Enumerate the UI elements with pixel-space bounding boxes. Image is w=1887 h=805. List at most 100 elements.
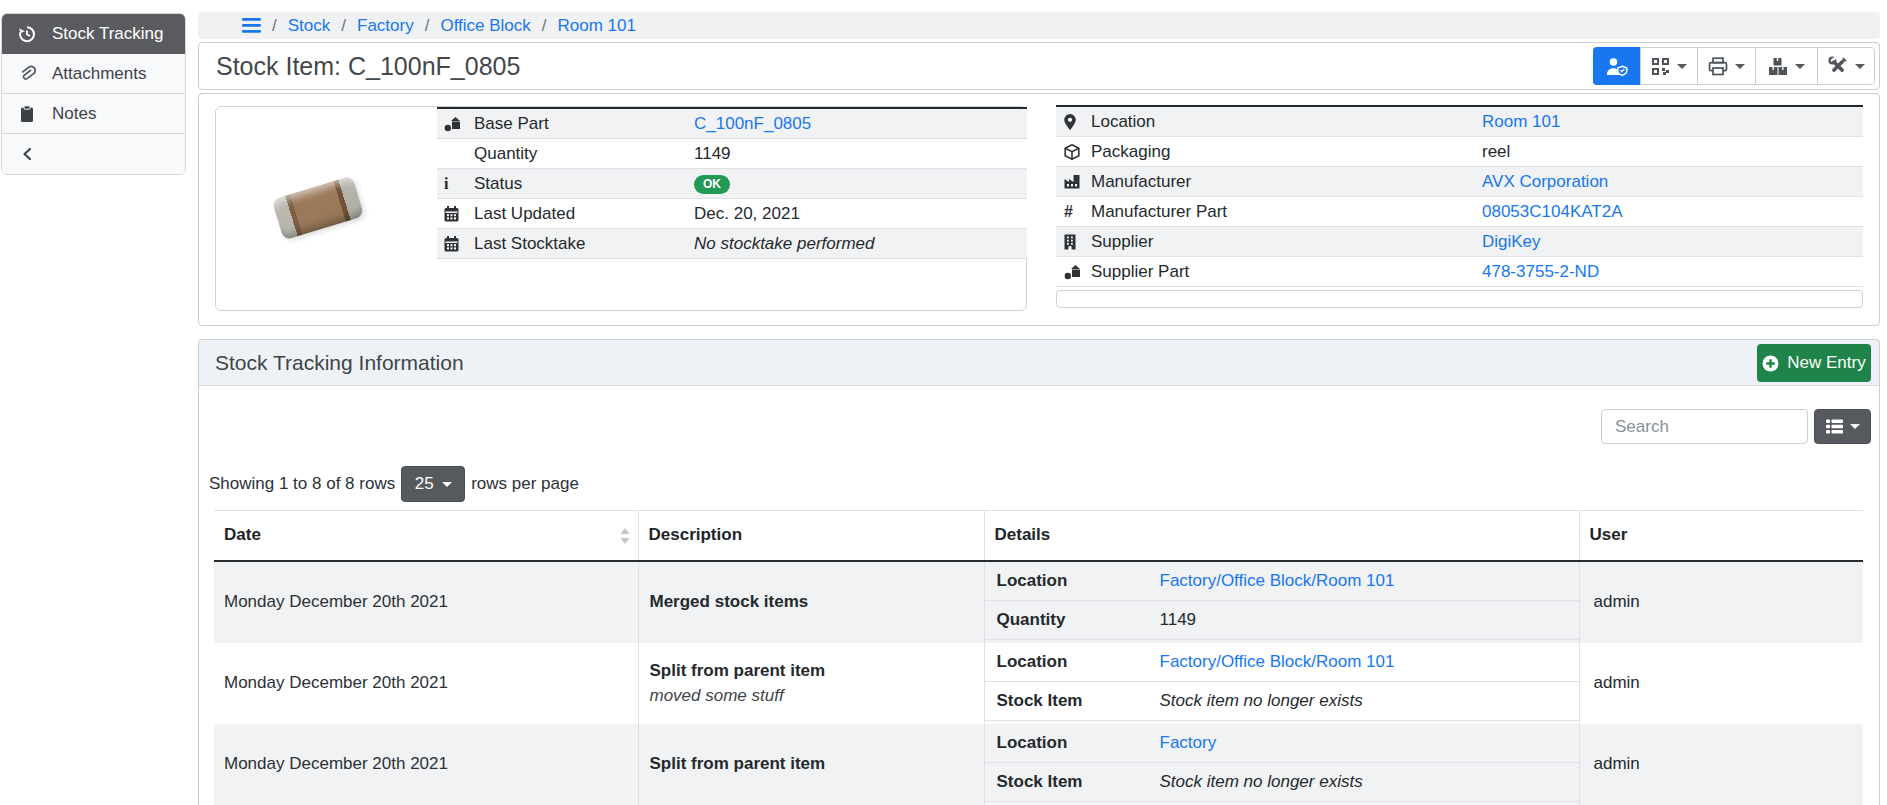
- table-row: Monday December 20th 2021 Split from par…: [214, 643, 1863, 724]
- detail-location-link[interactable]: Factory/Office Block/Room 101: [1160, 652, 1395, 671]
- breadcrumb-link-office-block[interactable]: Office Block: [440, 16, 530, 36]
- breadcrumb-link-factory[interactable]: Factory: [357, 16, 414, 36]
- sidebar-collapse-button[interactable]: [2, 134, 185, 174]
- sort-icon: [620, 528, 630, 544]
- menu-icon[interactable]: [242, 18, 261, 33]
- info-row-supplier-part: Supplier Part 478-3755-2-ND: [1056, 257, 1863, 287]
- stock-tracking-table: Date Description Details User Monday Dec…: [214, 510, 1863, 805]
- shapes-icon: [1056, 264, 1091, 280]
- paperclip-icon: [17, 65, 37, 83]
- caret-down-icon: [1735, 64, 1745, 69]
- sidebar-item-stock-tracking[interactable]: Stock Tracking: [2, 14, 185, 54]
- user-shield-icon: [1605, 57, 1628, 76]
- table-list-icon: [1826, 419, 1843, 434]
- calendar-icon: [437, 206, 467, 222]
- info-row-last-updated: Last Updated Dec. 20, 2021: [437, 199, 1027, 229]
- boxes-icon: [1768, 57, 1788, 76]
- item-info-table: Base Part C_100nF_0805 Quantity 1149 i S…: [437, 107, 1027, 259]
- table-row: Monday December 20th 2021 Merged stock i…: [214, 561, 1863, 643]
- panel-title: Stock Tracking Information: [215, 351, 464, 375]
- location-info-table: Location Room 101 Packaging reel Manufac…: [1056, 105, 1863, 287]
- detail-row: Quantity 1149: [985, 601, 1579, 640]
- page-size-button[interactable]: 25: [401, 466, 465, 502]
- info-row-manufacturer: Manufacturer AVX Corporation: [1056, 167, 1863, 197]
- sidebar-item-label: Stock Tracking: [52, 24, 164, 44]
- user-actions-button[interactable]: [1593, 47, 1640, 85]
- manufacturer-link[interactable]: AVX Corporation: [1482, 172, 1608, 191]
- info-row-manufacturer-part: # Manufacturer Part 08053C104KAT2A: [1056, 197, 1863, 227]
- search-input[interactable]: [1601, 409, 1808, 444]
- pagination-info: Showing 1 to 8 of 8 rows 25 rows per pag…: [209, 466, 579, 502]
- chevron-left-icon: [17, 147, 37, 161]
- sidebar-item-label: Notes: [52, 104, 96, 124]
- history-icon: [17, 25, 37, 43]
- detail-row: Location Factory/Office Block/Room 101: [985, 643, 1579, 682]
- caret-down-icon: [442, 482, 452, 487]
- info-row-packaging: Packaging reel: [1056, 137, 1863, 167]
- table-columns-button[interactable]: [1814, 409, 1871, 444]
- table-row: Monday December 20th 2021 Split from par…: [214, 724, 1863, 805]
- empty-info-strip: [1056, 290, 1863, 308]
- rows-per-page-label: rows per page: [471, 474, 579, 494]
- detail-row: Stock Item Stock item no longer exists: [985, 682, 1579, 721]
- caret-down-icon: [1850, 424, 1860, 429]
- map-marker-icon: [1056, 114, 1091, 130]
- sidebar-item-label: Attachments: [52, 64, 147, 84]
- base-part-link[interactable]: C_100nF_0805: [694, 114, 811, 133]
- stock-edit-actions-button[interactable]: [1817, 48, 1874, 84]
- stock-item-details-panel: Base Part C_100nF_0805 Quantity 1149 i S…: [198, 93, 1880, 326]
- print-actions-button[interactable]: [1697, 48, 1755, 84]
- column-header-details[interactable]: Details: [984, 511, 1579, 561]
- breadcrumb-link-room-101[interactable]: Room 101: [558, 16, 636, 36]
- supplier-link[interactable]: DigiKey: [1482, 232, 1541, 251]
- shapes-icon: [437, 116, 467, 132]
- detail-row: Location Factory: [985, 724, 1579, 763]
- hashtag-icon: #: [1056, 203, 1091, 221]
- column-header-date[interactable]: Date: [214, 511, 638, 561]
- page-title: Stock Item: C_100nF_0805: [216, 52, 520, 81]
- breadcrumb: / Stock / Factory / Office Block / Room …: [198, 12, 1880, 39]
- caret-down-icon: [1795, 64, 1805, 69]
- showing-text: Showing 1 to 8 of 8 rows: [209, 474, 395, 494]
- qrcode-icon: [1651, 57, 1670, 76]
- detail-location-link[interactable]: Factory/Office Block/Room 101: [1160, 571, 1395, 590]
- detail-row: Stock Item Stock item no longer exists: [985, 763, 1579, 802]
- column-header-user[interactable]: User: [1579, 511, 1863, 561]
- part-thumbnail[interactable]: [272, 173, 364, 243]
- barcode-actions-button[interactable]: [1640, 48, 1697, 84]
- stock-tracking-panel: Stock Tracking Information New Entry Sho…: [198, 339, 1880, 805]
- info-row-location: Location Room 101: [1056, 107, 1863, 137]
- caret-down-icon: [1855, 64, 1865, 69]
- info-row-last-stocktake: Last Stocktake No stocktake performed: [437, 229, 1027, 259]
- info-row-status: i Status OK: [437, 169, 1027, 199]
- column-header-description[interactable]: Description: [638, 511, 984, 561]
- breadcrumb-link-stock[interactable]: Stock: [288, 16, 331, 36]
- detail-row: Location Factory/Office Block/Room 101: [985, 562, 1579, 601]
- location-link[interactable]: Room 101: [1482, 112, 1560, 131]
- stock-actions-button[interactable]: [1755, 48, 1817, 84]
- clipboard-icon: [17, 105, 37, 123]
- supplier-part-link[interactable]: 478-3755-2-ND: [1482, 262, 1599, 281]
- stock-toolbar: [1593, 47, 1875, 85]
- info-row-base-part: Base Part C_100nF_0805: [437, 109, 1027, 139]
- manufacturer-part-link[interactable]: 08053C104KAT2A: [1482, 202, 1623, 221]
- printer-icon: [1708, 57, 1728, 76]
- caret-down-icon: [1677, 64, 1687, 69]
- building-icon: [1056, 234, 1091, 250]
- tools-icon: [1828, 56, 1848, 76]
- sidebar-item-attachments[interactable]: Attachments: [2, 54, 185, 94]
- new-entry-button[interactable]: New Entry: [1757, 344, 1871, 382]
- item-summary-card: Base Part C_100nF_0805 Quantity 1149 i S…: [215, 106, 1027, 311]
- page-header: Stock Item: C_100nF_0805: [198, 42, 1880, 90]
- sidebar: Stock Tracking Attachments Notes: [1, 13, 186, 175]
- info-row-quantity: Quantity 1149: [437, 139, 1027, 169]
- factory-icon: [1056, 174, 1091, 189]
- status-badge: OK: [694, 175, 730, 194]
- detail-location-link[interactable]: Factory: [1160, 733, 1217, 752]
- sidebar-item-notes[interactable]: Notes: [2, 94, 185, 134]
- plus-circle-icon: [1762, 355, 1779, 372]
- info-icon: i: [437, 175, 467, 193]
- stock-tracking-panel-header: Stock Tracking Information: [199, 340, 1879, 386]
- calendar-icon: [437, 236, 467, 252]
- box-icon: [1056, 144, 1091, 160]
